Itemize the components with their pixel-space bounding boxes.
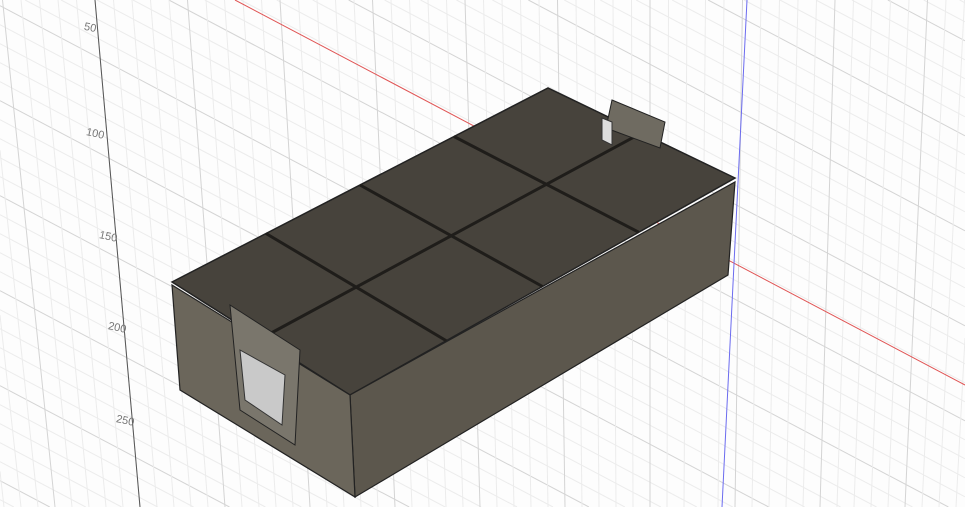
grid-line [819,0,836,507]
grid-line [0,471,5,507]
grid-line [131,0,175,507]
grid-line [635,0,965,175]
storage-bin-model[interactable] [170,87,737,499]
grid-line [0,385,230,507]
grid-line [779,0,965,99]
grid-line [923,0,965,23]
grid-line [955,337,965,507]
grid-line [802,0,817,507]
cad-viewport[interactable]: 50 100 150 200 250 [0,0,965,507]
grid-line [671,0,965,156]
grid-line [870,0,891,507]
grid-line [836,0,854,507]
grid-line [887,0,910,507]
grid-line [853,0,873,507]
grid-line [0,315,22,507]
grid-line [0,150,39,507]
ruler-tick: 50 [82,20,98,36]
grid-line [0,480,50,507]
grid-line [751,0,762,507]
grid-line [768,0,780,507]
grid-line [734,0,743,507]
model-canvas[interactable] [0,0,965,507]
grid-line [785,0,799,507]
grid-line [904,0,928,507]
grid-line [0,499,15,507]
grid-line [168,0,209,507]
bin-latch-back-window [601,117,613,146]
grid-line [0,461,86,507]
grid-line [113,0,158,507]
grid-line [76,0,124,507]
